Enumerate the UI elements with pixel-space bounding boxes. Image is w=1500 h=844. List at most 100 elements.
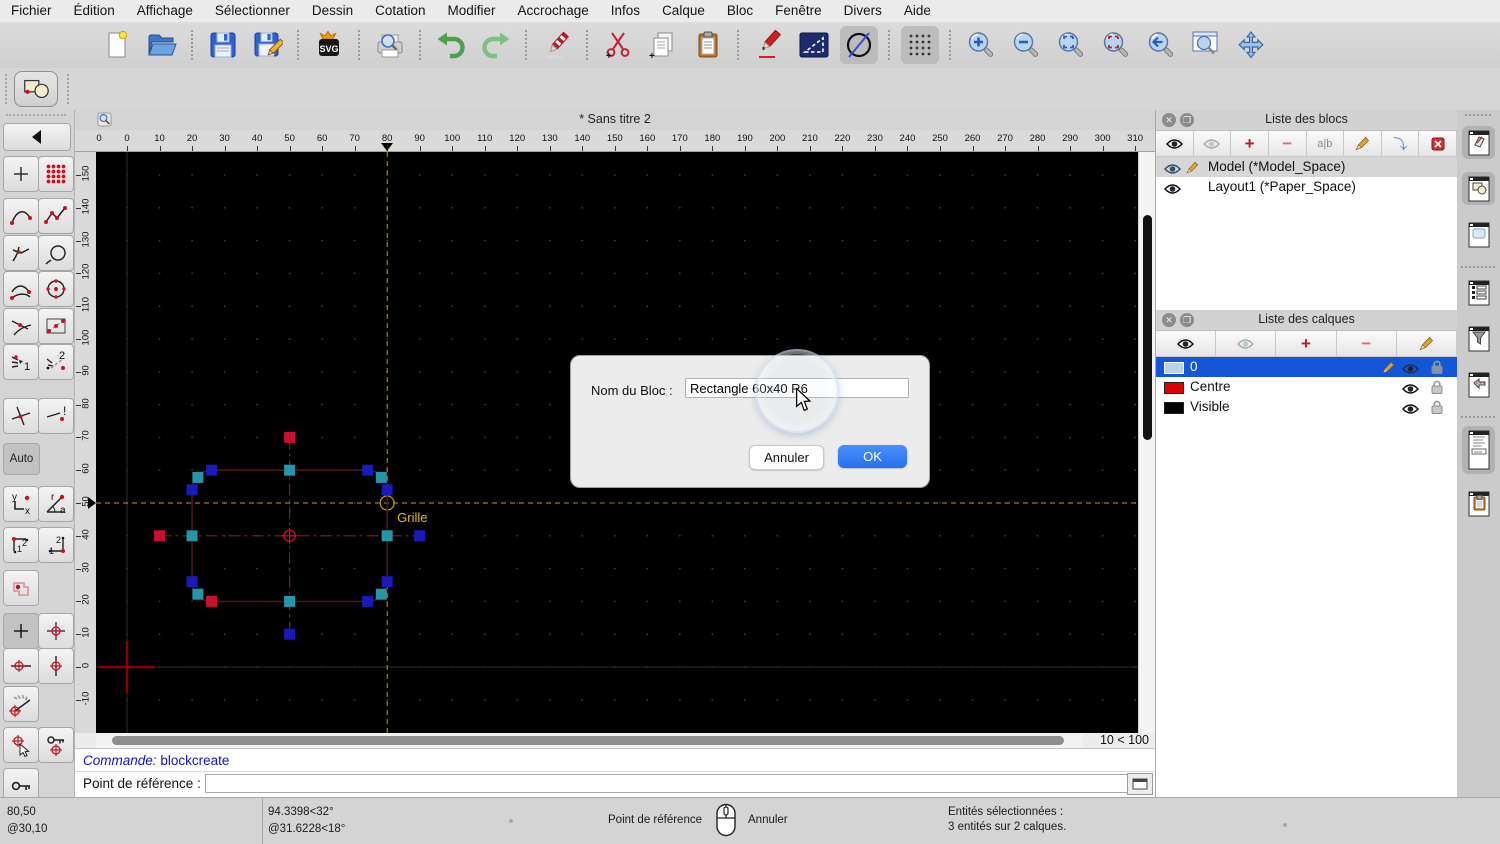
- toolbar-drag-handle[interactable]: [5, 74, 9, 104]
- toggle-block-list-button[interactable]: [1462, 126, 1495, 159]
- ortho-mode-button[interactable]: [795, 26, 833, 64]
- toggle-preview-panel-button[interactable]: [1462, 218, 1495, 251]
- copy-button[interactable]: +: [644, 26, 682, 64]
- menu-item-infos[interactable]: Infos: [600, 0, 651, 22]
- snap-lock-relative-button[interactable]: [38, 727, 74, 763]
- back-arrow-button[interactable]: [3, 123, 71, 151]
- draw-pen-button[interactable]: [750, 26, 788, 64]
- layer-row[interactable]: Visible: [1156, 397, 1457, 417]
- tangent-line-button[interactable]: [3, 308, 39, 344]
- zoom-selection-button[interactable]: [1097, 26, 1135, 64]
- coord-polar-button[interactable]: ra: [38, 486, 74, 522]
- zoom-pan-button[interactable]: [1232, 26, 1270, 64]
- vertical-scrollbar[interactable]: [1138, 152, 1155, 733]
- zoom-auto-button[interactable]: [1052, 26, 1090, 64]
- layer-color-swatch[interactable]: [1164, 382, 1184, 394]
- hide-all-blocks-button[interactable]: [1194, 131, 1232, 156]
- contour-select-button[interactable]: [3, 570, 39, 606]
- toggle-layer-filter-button[interactable]: [1462, 322, 1495, 355]
- zoom-in-button[interactable]: [962, 26, 1000, 64]
- order-first-button[interactable]: 1: [3, 344, 39, 380]
- layer-lock-icon[interactable]: [1431, 400, 1443, 420]
- save-file-as-button[interactable]: [249, 26, 287, 64]
- menu-item-modifier[interactable]: Modifier: [436, 0, 506, 22]
- rect-snap-button[interactable]: [38, 308, 74, 344]
- cut-button[interactable]: +: [599, 26, 637, 64]
- edit-layer-button[interactable]: [1397, 331, 1457, 356]
- zoom-previous-button[interactable]: [1142, 26, 1180, 64]
- auto-snap-button[interactable]: Auto: [3, 443, 40, 475]
- rename-block-button[interactable]: a|b: [1307, 131, 1345, 156]
- redo-button[interactable]: [477, 26, 515, 64]
- zoom-out-button[interactable]: [1007, 26, 1045, 64]
- toggle-command-line-button[interactable]: [1462, 426, 1495, 474]
- snap-free-button[interactable]: [3, 613, 39, 649]
- toolbar-drag-handle[interactable]: [67, 74, 71, 104]
- menu-item-fichier[interactable]: Fichier: [0, 0, 63, 22]
- arc-tools-button[interactable]: [3, 271, 39, 307]
- menu-item-accrochage[interactable]: Accrochage: [506, 0, 599, 22]
- layer-color-swatch[interactable]: [1164, 402, 1184, 414]
- save-file-button[interactable]: [204, 26, 242, 64]
- circle-tangent-button[interactable]: [38, 235, 74, 271]
- ok-button[interactable]: OK: [838, 445, 907, 468]
- toggle-clipboard-panel-button[interactable]: [1462, 487, 1495, 520]
- delete-entities-button[interactable]: [538, 26, 576, 64]
- corner-order-b-button[interactable]: 12: [38, 527, 74, 563]
- menu-item-slectionner[interactable]: Sélectionner: [204, 0, 301, 22]
- new-file-button[interactable]: [98, 26, 136, 64]
- menu-item-aide[interactable]: Aide: [893, 0, 942, 22]
- horizontal-scrollbar[interactable]: [96, 733, 1083, 748]
- snap-on-entity-button[interactable]: [3, 648, 39, 684]
- grid-toggle-button[interactable]: [901, 26, 939, 64]
- paste-button[interactable]: [689, 26, 727, 64]
- insert-block-button[interactable]: ⤵: [1382, 131, 1420, 156]
- horizontal-scrollbar-thumb[interactable]: [112, 736, 1064, 745]
- menu-item-cotation[interactable]: Cotation: [364, 0, 436, 22]
- circle-center-point-button[interactable]: [38, 271, 74, 307]
- palette-drag-handle[interactable]: [6, 114, 66, 116]
- coord-cartesian-button[interactable]: yx: [3, 486, 39, 522]
- intersection-button[interactable]: [3, 398, 39, 434]
- detach-command-window-button[interactable]: [1127, 773, 1153, 795]
- menu-item-dition[interactable]: Édition: [63, 0, 126, 22]
- order-second-button[interactable]: 2: [38, 344, 74, 380]
- layer-row[interactable]: 0: [1156, 357, 1457, 377]
- layer-row[interactable]: Centre: [1156, 377, 1457, 397]
- purge-block-button[interactable]: [1419, 131, 1457, 156]
- layer-color-swatch[interactable]: [1164, 362, 1184, 374]
- hide-all-layers-button[interactable]: [1216, 331, 1276, 356]
- snap-angle-button[interactable]: [3, 686, 39, 722]
- add-layer-button[interactable]: +: [1276, 331, 1336, 356]
- add-block-button[interactable]: +: [1231, 131, 1269, 156]
- snap-grid-button[interactable]: [38, 613, 74, 649]
- menu-item-affichage[interactable]: Affichage: [126, 0, 204, 22]
- export-svg-button[interactable]: SVG: [310, 26, 348, 64]
- circle-tools-button[interactable]: [840, 26, 878, 64]
- edit-block-button[interactable]: [1344, 131, 1382, 156]
- snap-middle-button[interactable]: [38, 648, 74, 684]
- block-row[interactable]: Model (*Model_Space): [1156, 157, 1457, 177]
- show-all-blocks-button[interactable]: [1156, 131, 1194, 156]
- points-grid-button[interactable]: [38, 156, 74, 192]
- menu-item-dessin[interactable]: Dessin: [301, 0, 364, 22]
- menu-item-calque[interactable]: Calque: [651, 0, 716, 22]
- zoom-window-button[interactable]: [1187, 26, 1225, 64]
- print-preview-button[interactable]: [371, 26, 409, 64]
- show-all-layers-button[interactable]: [1156, 331, 1216, 356]
- intersection-manual-button[interactable]: !: [38, 398, 74, 434]
- polyline-points-button[interactable]: [38, 198, 74, 234]
- snap-select-button[interactable]: [3, 727, 39, 763]
- trim-tool-button[interactable]: [3, 235, 39, 271]
- spline-points-button[interactable]: [3, 198, 39, 234]
- block-row[interactable]: Layout1 (*Paper_Space): [1156, 177, 1457, 197]
- remove-layer-button[interactable]: −: [1337, 331, 1397, 356]
- open-file-button[interactable]: [143, 26, 181, 64]
- menu-item-divers[interactable]: Divers: [833, 0, 893, 22]
- strip-drag-handle[interactable]: [1465, 114, 1491, 116]
- toggle-library-browser-button[interactable]: [1462, 172, 1495, 205]
- corner-order-a-button[interactable]: 12: [3, 527, 39, 563]
- cancel-button[interactable]: Annuler: [749, 445, 824, 470]
- remove-block-button[interactable]: −: [1269, 131, 1307, 156]
- menu-item-fentre[interactable]: Fenêtre: [764, 0, 833, 22]
